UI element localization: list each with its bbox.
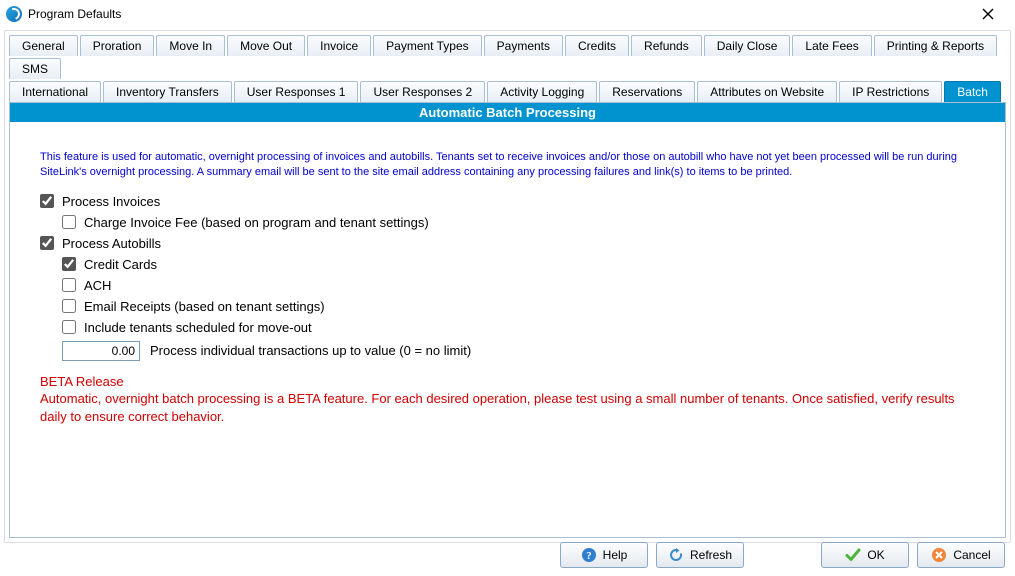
ok-button[interactable]: OK [821, 542, 909, 568]
tab-credits[interactable]: Credits [565, 35, 629, 56]
tab-payment-types[interactable]: Payment Types [373, 35, 482, 56]
email-receipts-label: Email Receipts (based on tenant settings… [84, 299, 325, 314]
include-moveout-checkbox[interactable] [62, 320, 76, 334]
refresh-icon [668, 547, 684, 563]
beta-body: Automatic, overnight batch processing is… [40, 390, 975, 425]
help-label: Help [603, 548, 628, 562]
tab-invoice[interactable]: Invoice [307, 35, 371, 56]
tab-late-fees[interactable]: Late Fees [792, 35, 871, 56]
close-icon [982, 8, 994, 20]
window-close-button[interactable] [967, 1, 1009, 27]
process-autobills-checkbox[interactable] [40, 236, 54, 250]
tab-attributes-website[interactable]: Attributes on Website [697, 81, 837, 102]
help-icon: ? [581, 547, 597, 563]
beta-title: BETA Release [40, 373, 975, 391]
include-moveout-row[interactable]: Include tenants scheduled for move-out [62, 320, 975, 335]
email-receipts-row[interactable]: Email Receipts (based on tenant settings… [62, 299, 975, 314]
primary-button-bar: OK Cancel [821, 542, 1005, 568]
include-moveout-label: Include tenants scheduled for move-out [84, 320, 312, 335]
help-button[interactable]: ? Help [560, 542, 648, 568]
section-body: This feature is used for automatic, over… [10, 122, 1005, 435]
charge-invoice-fee-label: Charge Invoice Fee (based on program and… [84, 215, 429, 230]
tab-move-out[interactable]: Move Out [227, 35, 305, 56]
tab-user-responses-2[interactable]: User Responses 2 [360, 81, 485, 102]
ach-checkbox[interactable] [62, 278, 76, 292]
app-icon [6, 6, 22, 22]
credit-cards-checkbox[interactable] [62, 257, 76, 271]
tab-batch[interactable]: Batch [944, 81, 1001, 102]
charge-invoice-fee-checkbox[interactable] [62, 215, 76, 229]
tab-activity-logging[interactable]: Activity Logging [487, 81, 597, 102]
svg-text:?: ? [586, 550, 592, 562]
tab-move-in[interactable]: Move In [156, 35, 225, 56]
charge-invoice-fee-row[interactable]: Charge Invoice Fee (based on program and… [62, 215, 975, 230]
dialog-frame: General Proration Move In Move Out Invoi… [4, 30, 1011, 543]
cancel-label: Cancel [953, 548, 990, 562]
credit-cards-label: Credit Cards [84, 257, 157, 272]
process-autobills-label: Process Autobills [62, 236, 161, 251]
ach-label: ACH [84, 278, 111, 293]
ok-label: OK [867, 548, 884, 562]
refresh-label: Refresh [690, 548, 732, 562]
titlebar: Program Defaults [0, 0, 1015, 28]
credit-cards-row[interactable]: Credit Cards [62, 257, 975, 272]
check-icon [845, 547, 861, 563]
cancel-icon [931, 547, 947, 563]
tx-value-input[interactable] [62, 341, 140, 361]
tab-reservations[interactable]: Reservations [599, 81, 695, 102]
tab-printing-reports[interactable]: Printing & Reports [874, 35, 997, 56]
process-invoices-label: Process Invoices [62, 194, 160, 209]
tab-row-1: General Proration Move In Move Out Invoi… [7, 33, 1008, 79]
process-autobills-row[interactable]: Process Autobills [40, 236, 975, 251]
tab-payments[interactable]: Payments [484, 35, 563, 56]
process-invoices-checkbox[interactable] [40, 194, 54, 208]
intro-text: This feature is used for automatic, over… [40, 150, 975, 180]
secondary-button-bar: ? Help Refresh [560, 542, 744, 568]
tab-sms[interactable]: SMS [9, 58, 61, 79]
ach-row[interactable]: ACH [62, 278, 975, 293]
email-receipts-checkbox[interactable] [62, 299, 76, 313]
tab-inventory-transfers[interactable]: Inventory Transfers [103, 81, 232, 102]
tab-international[interactable]: International [9, 81, 101, 102]
cancel-button[interactable]: Cancel [917, 542, 1005, 568]
tab-refunds[interactable]: Refunds [631, 35, 702, 56]
tab-user-responses-1[interactable]: User Responses 1 [234, 81, 359, 102]
beta-notice: BETA Release Automatic, overnight batch … [40, 373, 975, 426]
tab-general[interactable]: General [9, 35, 78, 56]
process-invoices-row[interactable]: Process Invoices [40, 194, 975, 209]
tab-content: Automatic Batch Processing This feature … [9, 102, 1006, 538]
tx-value-label: Process individual transactions up to va… [150, 343, 471, 358]
tab-proration[interactable]: Proration [80, 35, 155, 56]
tx-value-row: Process individual transactions up to va… [62, 341, 975, 361]
tab-row-2: International Inventory Transfers User R… [7, 79, 1008, 102]
section-header: Automatic Batch Processing [10, 103, 1005, 122]
window-title: Program Defaults [28, 7, 121, 21]
tab-ip-restrictions[interactable]: IP Restrictions [839, 81, 942, 102]
refresh-button[interactable]: Refresh [656, 542, 744, 568]
tab-daily-close[interactable]: Daily Close [704, 35, 791, 56]
